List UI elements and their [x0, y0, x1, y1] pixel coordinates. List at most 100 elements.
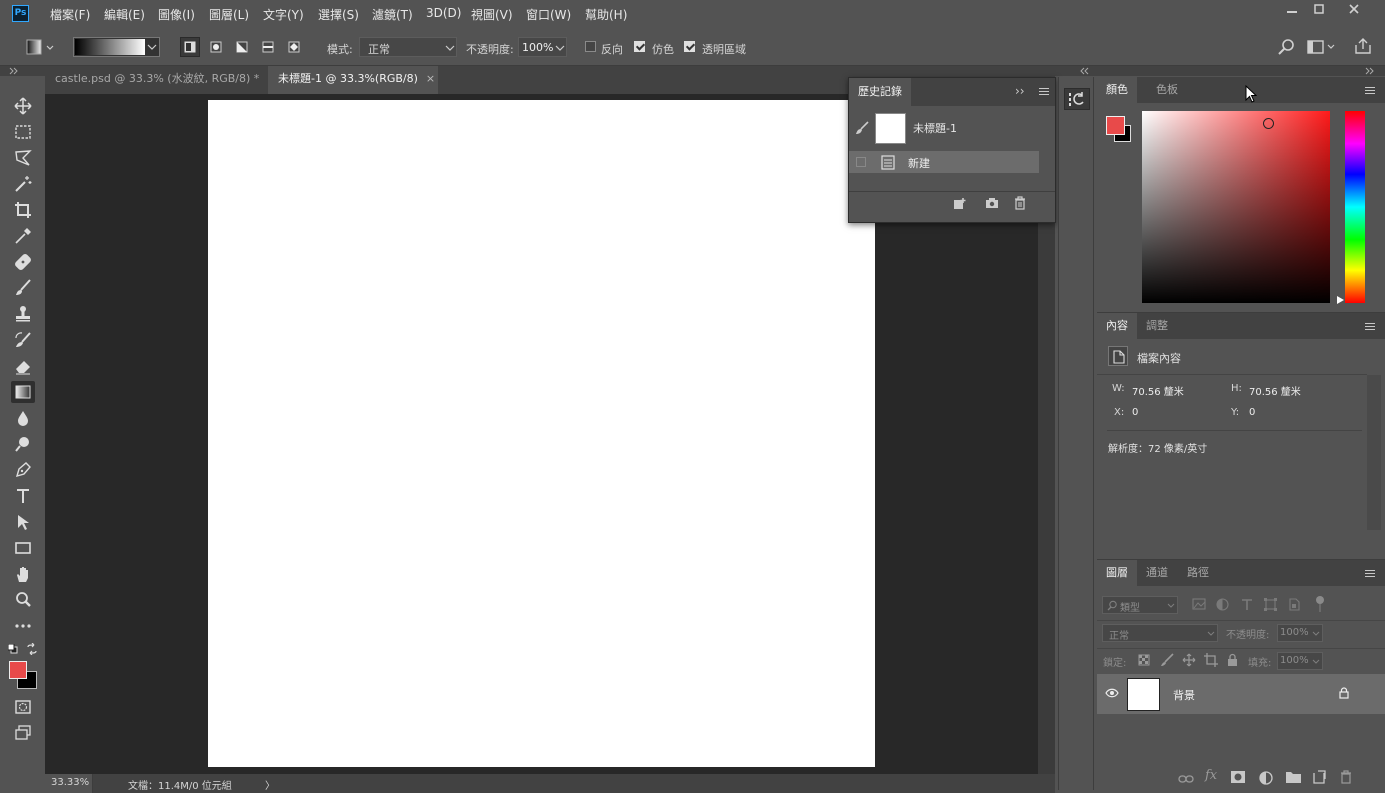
lasso-tool[interactable] [11, 147, 35, 169]
diamond-gradient-button[interactable] [284, 37, 304, 57]
panel-menu-icon[interactable] [1365, 570, 1375, 579]
menu-view[interactable]: 視圖(V) [471, 6, 513, 23]
lock-transparent-pixels-icon[interactable] [1138, 654, 1150, 666]
delete-layer-icon[interactable] [1340, 770, 1352, 784]
swap-colors-button[interactable] [26, 643, 38, 655]
tab-close-icon[interactable]: × [426, 72, 435, 85]
share-button[interactable] [1354, 37, 1372, 55]
move-tool[interactable] [11, 95, 35, 117]
eraser-tool[interactable] [11, 355, 35, 377]
properties-scrollbar[interactable] [1367, 375, 1381, 530]
eye-icon[interactable] [1105, 688, 1119, 698]
foreground-color-chip[interactable] [1106, 116, 1125, 135]
rectangle-tool[interactable] [11, 537, 35, 559]
clone-stamp-tool[interactable] [11, 303, 35, 325]
height-value[interactable]: 70.56 釐米 [1249, 383, 1301, 398]
lock-all-icon[interactable] [1227, 653, 1238, 666]
eyedropper-tool[interactable] [11, 225, 35, 247]
menu-help[interactable]: 幫助(H) [585, 6, 627, 23]
tab-properties[interactable]: 內容 [1097, 313, 1137, 339]
delete-state-button[interactable] [1014, 196, 1026, 210]
layer-effects-button[interactable]: fx [1205, 768, 1217, 783]
history-brush-tool[interactable] [11, 329, 35, 351]
gradient-picker[interactable] [73, 37, 160, 57]
gradient-tool[interactable] [11, 381, 35, 403]
lock-position-icon[interactable] [1182, 653, 1196, 667]
filter-pixel-icon[interactable] [1192, 598, 1206, 610]
tool-preset-picker[interactable] [26, 39, 54, 55]
hue-slider-pointer-icon[interactable] [1337, 296, 1345, 304]
layer-name[interactable]: 背景 [1173, 687, 1195, 703]
history-panel-toggle[interactable] [1064, 88, 1090, 110]
filter-adjustment-icon[interactable] [1216, 598, 1229, 611]
opacity-field[interactable]: 100% [518, 37, 567, 57]
pen-tool[interactable] [11, 459, 35, 481]
tab-adjustments[interactable]: 調整 [1137, 313, 1177, 339]
workspace-switcher[interactable] [1307, 39, 1337, 55]
filter-smart-object-icon[interactable] [1288, 598, 1301, 611]
screen-mode-button[interactable] [11, 722, 35, 744]
collapse-panels-icon[interactable] [1365, 67, 1375, 75]
dodge-tool[interactable] [11, 433, 35, 455]
tab-castle[interactable]: castle.psd @ 33.3% (水波紋, RGB/8) *× [45, 66, 277, 94]
panel-menu-icon[interactable] [1039, 88, 1049, 97]
path-selection-tool[interactable] [11, 511, 35, 533]
healing-brush-tool[interactable] [11, 251, 35, 273]
menu-layer[interactable]: 圖層(L) [209, 6, 249, 23]
blend-mode-select[interactable]: 正常 [1102, 624, 1218, 642]
lock-artboard-icon[interactable] [1204, 653, 1218, 667]
radial-gradient-button[interactable] [206, 37, 226, 57]
tab-layers[interactable]: 圖層 [1097, 560, 1137, 586]
reflected-gradient-button[interactable] [258, 37, 278, 57]
menu-file[interactable]: 檔案(F) [50, 6, 90, 23]
x-value[interactable]: 0 [1132, 407, 1138, 418]
tab-untitled-1[interactable]: 未標題-1 @ 33.3%(RGB/8) × [268, 66, 438, 94]
angle-gradient-button[interactable] [232, 37, 252, 57]
menu-window[interactable]: 窗口(W) [526, 6, 571, 23]
saturation-brightness-field[interactable] [1142, 111, 1330, 303]
zoom-level-field[interactable]: 33.33% [45, 774, 93, 793]
document-canvas[interactable] [208, 100, 875, 767]
dither-checkbox[interactable] [634, 41, 645, 52]
panel-menu-icon[interactable] [1365, 87, 1375, 96]
layer-row-background[interactable]: 背景 [1097, 674, 1367, 714]
menu-image[interactable]: 圖像(I) [158, 6, 195, 23]
tab-color[interactable]: 顏色 [1097, 77, 1137, 103]
panel-menu-icon[interactable] [1365, 323, 1375, 332]
tab-swatches[interactable]: 色板 [1147, 77, 1187, 103]
expand-panel-icon[interactable]: ›› [1015, 84, 1025, 98]
hand-tool[interactable] [11, 563, 35, 585]
status-menu-arrow[interactable]: 〉 [265, 777, 275, 792]
lock-image-pixels-icon[interactable] [1160, 653, 1174, 667]
color-picker-handle[interactable] [1263, 118, 1274, 129]
history-snapshot-row[interactable]: 未標題-1 [849, 106, 1055, 148]
filter-shape-icon[interactable] [1264, 598, 1277, 611]
brush-tool[interactable] [11, 277, 35, 299]
fill-field[interactable]: 100% [1277, 652, 1323, 670]
close-button[interactable] [1338, 0, 1370, 18]
menu-3d[interactable]: 3D(D) [426, 6, 461, 20]
new-adjustment-layer-icon[interactable] [1259, 771, 1273, 785]
filter-type-icon[interactable] [1241, 598, 1253, 611]
linear-gradient-button[interactable] [180, 37, 200, 57]
reverse-checkbox[interactable] [585, 41, 596, 52]
state-source-checkbox[interactable] [856, 157, 866, 167]
y-value[interactable]: 0 [1249, 407, 1255, 418]
history-state-row[interactable]: 新建 [849, 151, 1039, 173]
new-layer-icon[interactable] [1313, 770, 1326, 784]
menu-type[interactable]: 文字(Y) [263, 6, 304, 23]
quick-mask-button[interactable] [11, 696, 35, 718]
zoom-tool[interactable] [11, 589, 35, 611]
tab-history[interactable]: 歷史記錄 [849, 78, 911, 106]
filter-toggle-icon[interactable] [1316, 596, 1324, 604]
menu-edit[interactable]: 編輯(E) [104, 6, 145, 23]
new-group-folder-icon[interactable] [1286, 771, 1301, 783]
tab-paths[interactable]: 路徑 [1178, 560, 1218, 586]
add-mask-icon[interactable] [1231, 771, 1245, 783]
crop-tool[interactable] [11, 199, 35, 221]
default-colors-button[interactable] [8, 644, 18, 654]
type-tool[interactable] [11, 485, 35, 507]
width-value[interactable]: 70.56 釐米 [1132, 383, 1184, 398]
expand-toolbar-icon[interactable] [9, 67, 19, 75]
tab-channels[interactable]: 通道 [1137, 560, 1177, 586]
